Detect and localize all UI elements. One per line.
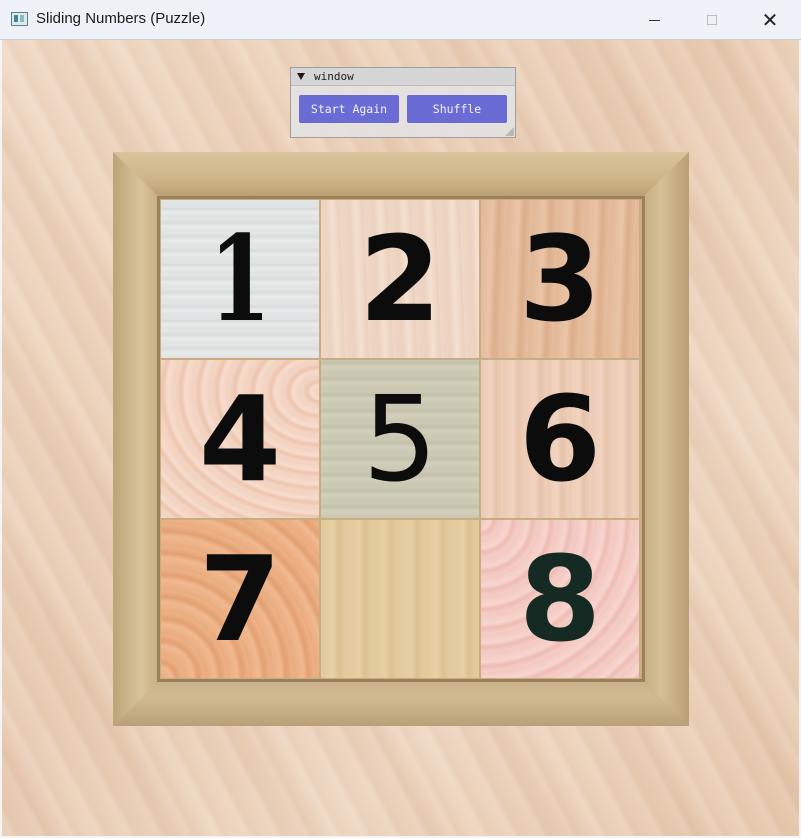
- tile-7[interactable]: 7: [161, 520, 319, 678]
- tile-number: 3: [518, 210, 602, 348]
- tile-number: 5: [362, 370, 438, 508]
- panel-title: window: [314, 70, 354, 83]
- control-panel[interactable]: window Start Again Shuffle: [290, 67, 516, 138]
- app-icon: [11, 12, 28, 26]
- tile-4[interactable]: 4: [161, 360, 319, 518]
- maximize-button[interactable]: [683, 0, 741, 40]
- empty-slot[interactable]: [321, 520, 479, 678]
- tile-2[interactable]: 2: [321, 200, 479, 358]
- frame-bottom: [113, 679, 689, 726]
- collapse-arrow-icon[interactable]: [297, 73, 305, 80]
- minimize-icon: [648, 19, 660, 21]
- close-button[interactable]: ✕: [741, 0, 799, 40]
- close-icon: ✕: [761, 8, 779, 32]
- panel-header[interactable]: window: [291, 68, 515, 86]
- minimize-button[interactable]: [625, 0, 683, 40]
- maximize-icon: [707, 15, 717, 25]
- frame-top: [113, 152, 689, 199]
- tile-number: 8: [518, 530, 602, 668]
- tile-number: 6: [518, 370, 602, 508]
- shuffle-button[interactable]: Shuffle: [407, 95, 507, 123]
- tile-6[interactable]: 6: [481, 360, 639, 518]
- start-again-button[interactable]: Start Again: [299, 95, 399, 123]
- tile-number: 2: [358, 210, 442, 348]
- tile-number: 7: [198, 530, 282, 668]
- frame-right: [642, 152, 689, 726]
- tile-3[interactable]: 3: [481, 200, 639, 358]
- title-bar[interactable]: Sliding Numbers (Puzzle) ✕: [0, 0, 801, 40]
- puzzle-board: 1 2 3 4 5 6 7 8: [161, 200, 639, 678]
- resize-grip-icon[interactable]: [505, 127, 514, 136]
- tile-8[interactable]: 8: [481, 520, 639, 678]
- frame-left: [113, 152, 160, 726]
- tile-5[interactable]: 5: [321, 360, 479, 518]
- tile-number: 4: [198, 370, 282, 508]
- window-title: Sliding Numbers (Puzzle): [36, 10, 206, 27]
- tile-number: 1: [209, 209, 271, 348]
- tile-1[interactable]: 1: [161, 200, 319, 358]
